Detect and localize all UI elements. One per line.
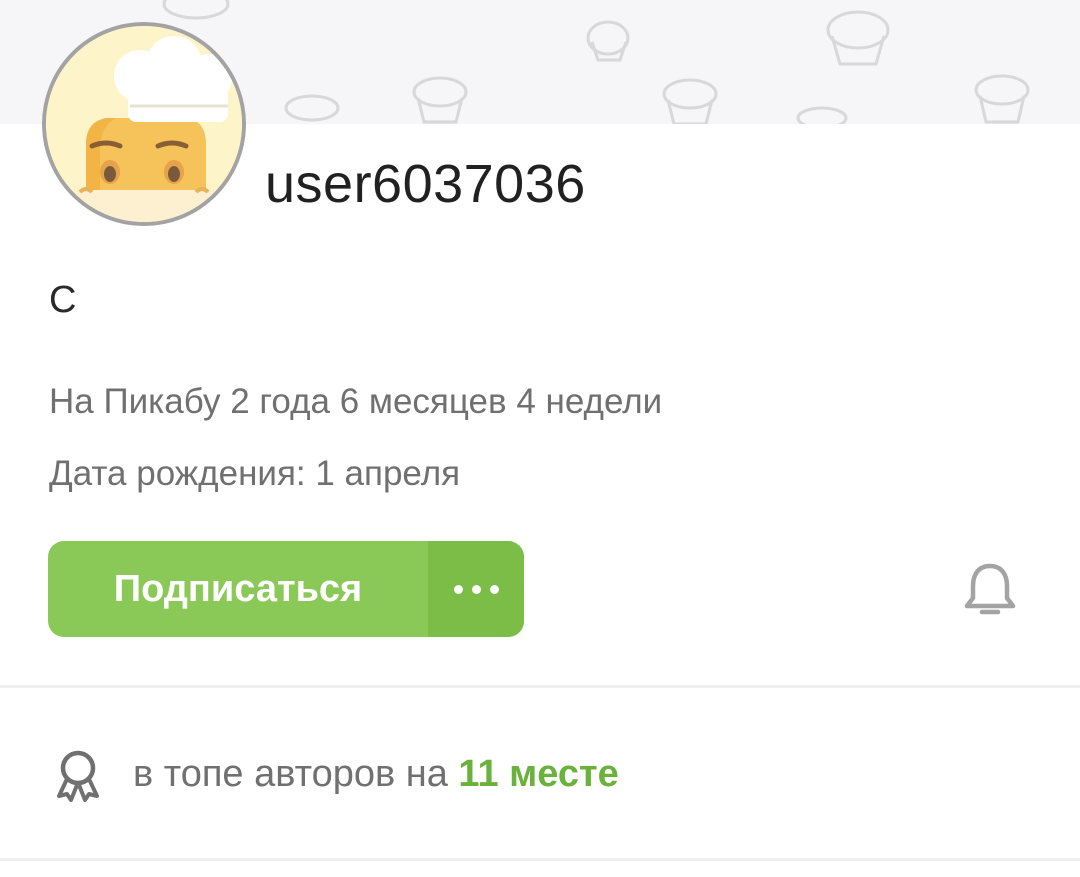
user-bio: С xyxy=(49,279,77,321)
award-ribbon-icon xyxy=(52,748,104,802)
subscribe-button-group: Подписаться xyxy=(48,541,524,637)
birthday: Дата рождения: 1 апреля xyxy=(49,454,461,493)
more-dots-icon xyxy=(471,584,481,594)
more-dots-icon xyxy=(453,584,463,594)
more-dots-icon xyxy=(489,584,499,594)
author-rank-text: в топе авторов на xyxy=(133,753,448,795)
divider xyxy=(0,685,1080,688)
subscribe-button[interactable]: Подписаться xyxy=(48,541,428,637)
avatar[interactable] xyxy=(42,22,246,226)
author-rank-place[interactable]: 11 месте xyxy=(458,753,618,795)
more-options-button[interactable] xyxy=(428,541,524,637)
author-rank: в топе авторов на 11 месте xyxy=(133,752,619,796)
chef-toast-avatar-image xyxy=(46,26,242,222)
membership-duration: На Пикабу 2 года 6 месяцев 4 недели xyxy=(49,382,663,421)
divider xyxy=(0,858,1080,861)
username: user6037036 xyxy=(265,154,586,214)
bell-icon[interactable] xyxy=(962,560,1018,620)
